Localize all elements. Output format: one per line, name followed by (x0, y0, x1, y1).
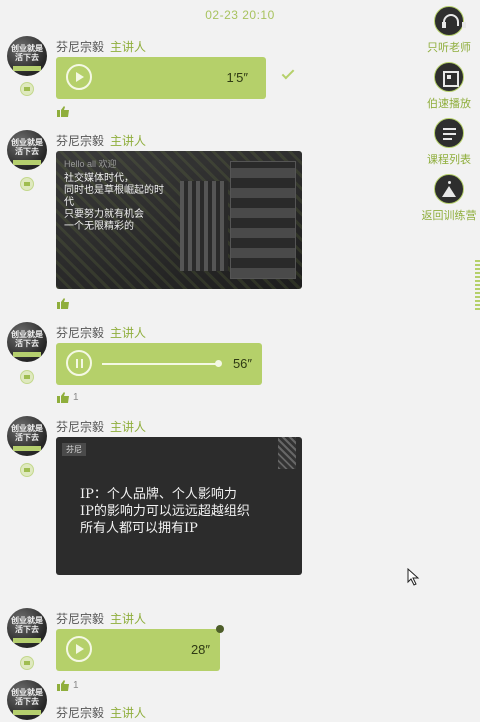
sender-name: 芬尼宗毅 (56, 706, 105, 720)
avatar-text: 创业就是 活下去 (11, 138, 43, 156)
list-icon (434, 118, 464, 148)
sender-name: 芬尼宗毅 (56, 326, 105, 340)
play-icon[interactable] (66, 636, 92, 662)
voice-message[interactable]: 56″ (56, 343, 262, 385)
avatar[interactable]: 创业就是 活下去 (7, 322, 47, 362)
avatar-band (13, 638, 41, 643)
sender-line: 芬尼宗毅 主讲人 (56, 132, 146, 149)
avatar-band (13, 160, 41, 165)
sender-role: 主讲人 (110, 706, 147, 720)
slide-image[interactable]: 芬尼 IP：个人品牌、个人影响力 IP的影响力可以远远超越组织 所有人都可以拥有… (56, 437, 302, 575)
sender-role: 主讲人 (110, 326, 147, 340)
sender-name: 芬尼宗毅 (56, 420, 105, 434)
avatar[interactable]: 创业就是 活下去 (7, 36, 47, 76)
sender-line: 芬尼宗毅 主讲人 (56, 610, 146, 627)
slide-screenshot (230, 161, 296, 279)
sender-line: 芬尼宗毅 主讲人 (56, 704, 146, 721)
role-badge (20, 82, 34, 96)
sender-role: 主讲人 (110, 40, 147, 54)
slide-line: IP的影响力可以远远超越组织 (80, 504, 250, 519)
sender-line: 芬尼宗毅 主讲人 (56, 38, 146, 55)
like-count: 1 (73, 392, 79, 403)
headphones-icon (434, 6, 466, 36)
avatar-text: 创业就是 活下去 (11, 44, 43, 62)
slide-line: 只要努力就有机会 (64, 209, 144, 220)
like-count: 1 (73, 680, 79, 691)
sender-role: 主讲人 (110, 612, 147, 626)
avatar-text: 创业就是 活下去 (11, 424, 43, 442)
sender-line: 芬尼宗毅 主讲人 (56, 418, 146, 435)
avatar-text: 创业就是 活下去 (11, 616, 43, 634)
progress-track[interactable] (102, 363, 218, 365)
sender-line: 芬尼宗毅 主讲人 (56, 324, 146, 341)
play-icon[interactable] (66, 64, 92, 90)
sender-name: 芬尼宗毅 (56, 134, 105, 148)
back-to-camp-button[interactable]: 返回训练营 (419, 174, 479, 223)
timestamp: 02-23 20:10 (205, 8, 275, 22)
role-badge (20, 656, 34, 670)
avatar-text: 创业就是 活下去 (11, 330, 43, 348)
playback-speed-label: 伯速播放 (427, 98, 471, 110)
exit-icon (434, 174, 464, 204)
avatar-text: 创业就是 活下去 (11, 688, 43, 706)
avatar-band (13, 710, 41, 715)
role-badge (20, 370, 34, 384)
slide-line: IP：个人品牌、个人影响力 (80, 487, 237, 502)
sender-role: 主讲人 (110, 134, 147, 148)
slide-line: 所有人都可以拥有IP (80, 521, 198, 536)
mouse-cursor (407, 568, 420, 586)
like-icon[interactable] (57, 106, 69, 117)
only-teacher-label: 只听老师 (427, 42, 471, 54)
voice-duration: 56″ (232, 356, 252, 371)
voice-duration: 28″ (190, 642, 210, 657)
unread-dot (216, 625, 224, 633)
scroll-handle[interactable] (475, 258, 480, 310)
voice-message[interactable]: 1′5″ (56, 57, 266, 99)
only-teacher-button[interactable]: 只听老师 (419, 6, 479, 55)
voice-message[interactable]: 28″ (56, 629, 220, 671)
role-badge (20, 177, 34, 191)
like-icon[interactable] (57, 298, 69, 309)
avatar[interactable]: 创业就是 活下去 (7, 608, 47, 648)
slide-line: 一个无限精彩的 (64, 221, 134, 232)
progress-thumb[interactable] (215, 360, 222, 367)
slide-logo: 芬尼 (62, 443, 86, 456)
course-list-button[interactable]: 课程列表 (419, 118, 479, 167)
sender-role: 主讲人 (110, 420, 147, 434)
voice-duration: 1′5″ (226, 70, 249, 85)
avatar[interactable]: 创业就是 活下去 (7, 680, 47, 720)
back-to-camp-label: 返回训练营 (421, 210, 477, 222)
slide-graphic (180, 181, 228, 271)
avatar[interactable]: 创业就是 活下去 (7, 416, 47, 456)
slide-line: 社交媒体时代， (64, 173, 134, 184)
avatar-band (13, 446, 41, 451)
like-icon[interactable] (57, 392, 69, 403)
avatar[interactable]: 创业就是 活下去 (7, 130, 47, 170)
slide-text: 社交媒体时代， 同时也是草根崛起的时代 只要努力就有机会 一个无限精彩的 (64, 173, 168, 233)
slide-caption: Hello all 欢迎 (64, 159, 117, 169)
sender-name: 芬尼宗毅 (56, 40, 105, 54)
playback-speed-button[interactable]: 伯速播放 (419, 62, 479, 111)
slide-corner-graphic (278, 437, 296, 469)
role-badge (20, 463, 34, 477)
screen-icon (434, 62, 464, 92)
sender-name: 芬尼宗毅 (56, 612, 105, 626)
like-icon[interactable] (57, 680, 69, 691)
avatar-band (13, 66, 41, 71)
avatar-band (13, 352, 41, 357)
slide-image[interactable]: Hello all 欢迎 社交媒体时代， 同时也是草根崛起的时代 只要努力就有机… (56, 151, 302, 289)
pause-icon[interactable] (66, 350, 92, 376)
slide-line: 同时也是草根崛起的时代 (64, 185, 164, 208)
check-icon (281, 66, 295, 80)
course-list-label: 课程列表 (427, 154, 471, 166)
